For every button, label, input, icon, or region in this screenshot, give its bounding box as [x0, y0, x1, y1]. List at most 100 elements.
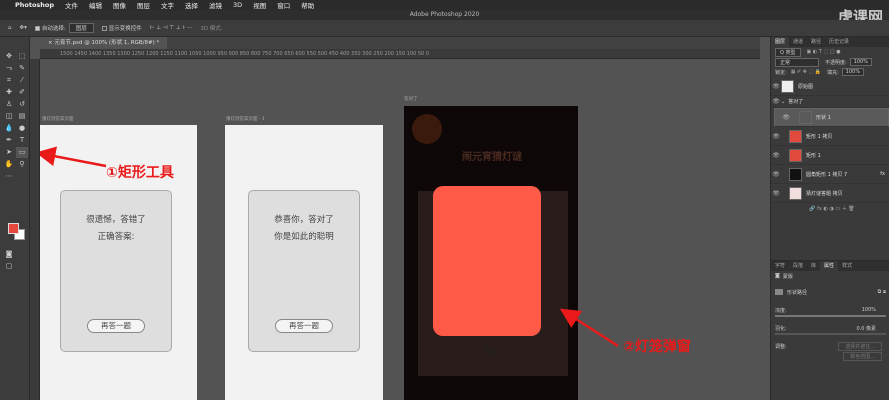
feather-slider[interactable]	[775, 333, 886, 335]
history-brush-icon[interactable]: ↺	[16, 99, 28, 110]
kind-filter-dropdown[interactable]: Q 类型	[775, 47, 801, 57]
eye-icon[interactable]: 👁	[781, 114, 791, 121]
layer-group-row[interactable]: 👁 ⌄ 答对了	[771, 96, 889, 108]
fx-badge[interactable]: fx	[880, 171, 885, 177]
edit-toolbar-icon[interactable]: ⋯	[3, 171, 15, 182]
quick-select-icon[interactable]: ✎	[16, 63, 28, 74]
eye-icon[interactable]: 👁	[771, 98, 781, 105]
blur-tool-icon[interactable]: 💧	[3, 123, 15, 134]
correct-answer-label: 正确答案:	[97, 232, 135, 242]
stamp-tool-icon[interactable]: ♙	[3, 99, 15, 110]
eye-icon[interactable]: 👁	[771, 171, 781, 178]
type-tool-icon[interactable]: T	[16, 135, 28, 146]
tab-properties[interactable]: 属性	[820, 261, 839, 271]
eye-icon[interactable]: 👁	[771, 83, 781, 90]
move-tool-preset-icon[interactable]: ✥▾	[20, 25, 27, 31]
crop-tool-icon[interactable]: ⌗	[3, 75, 15, 86]
eye-icon[interactable]: 👁	[771, 152, 781, 159]
document-tab[interactable]: × 元宵节.psd @ 100% (形状 1, RGB/8#) *	[40, 37, 168, 49]
path-label: 形状路径	[787, 289, 808, 296]
retry-button[interactable]: 再答一题	[87, 319, 145, 333]
density-value[interactable]: 100%	[862, 307, 876, 313]
tab-channels[interactable]: 通道	[789, 37, 807, 47]
zoom-tool-icon[interactable]: ⚲	[16, 159, 28, 170]
layers-panel-tabs: 图层 通道 路径 历史记录	[771, 37, 889, 47]
menu-layer[interactable]: 图层	[137, 0, 150, 10]
menu-help[interactable]: 帮助	[301, 0, 314, 10]
dodge-tool-icon[interactable]: ●	[16, 123, 28, 134]
layer-row[interactable]: 👁 矩形 1	[771, 146, 889, 165]
menu-select[interactable]: 选择	[185, 0, 198, 10]
mask-action-icons[interactable]: ⧉ ⧈	[878, 289, 886, 295]
brush-tool-icon[interactable]: ✐	[16, 87, 28, 98]
eyedropper-icon[interactable]: ⁄	[16, 75, 28, 86]
pen-tool-icon[interactable]: ✒	[3, 135, 15, 146]
select-and-mask-button[interactable]: 选择并遮住...	[838, 341, 882, 351]
move-tool-icon[interactable]: ✥	[3, 51, 15, 62]
layer-action-icons[interactable]: 🔗 fx ◐ ◑ ▭ ＋ 🗑	[809, 205, 854, 212]
canvas-area[interactable]: 猜灯谜答案页面 很遗憾，答错了 正确答案: 再答一题 猜灯谜答案页面 - 1 恭…	[40, 60, 765, 400]
window-title: Adobe Photoshop 2020	[0, 10, 889, 20]
retry-button[interactable]: 再答一题	[275, 319, 333, 333]
foreground-color-swatch[interactable]	[8, 223, 19, 234]
healing-brush-icon[interactable]: ✚	[3, 87, 15, 98]
menu-view[interactable]: 视图	[253, 0, 266, 10]
menu-app-photoshop[interactable]: Photoshop	[15, 1, 54, 9]
filter-icons[interactable]: ▣ ◐ T ⬚ ▢ ●	[807, 49, 841, 55]
screen-mode-icon[interactable]: ▢	[3, 261, 15, 272]
layer-row[interactable]: 👁 猜灯谜答题 拷贝	[771, 184, 889, 203]
hand-tool-icon[interactable]: ✋	[3, 159, 15, 170]
auto-select-checkbox[interactable]: 自动选择: 图层	[34, 23, 94, 33]
layer-row[interactable]: 👁 圆角矩形 1 拷贝 7 fx	[771, 165, 889, 184]
eraser-tool-icon[interactable]: ◫	[3, 111, 15, 122]
layer-name: 答对了	[788, 99, 804, 105]
feather-value[interactable]: 0.0 像素	[856, 325, 876, 332]
layer-row-selected[interactable]: 👁 形状 1	[774, 108, 889, 127]
auto-select-dropdown[interactable]: 图层	[68, 23, 94, 33]
density-slider[interactable]	[775, 315, 886, 317]
menu-3d[interactable]: 3D	[233, 1, 242, 9]
blend-mode-dropdown[interactable]: 正常	[775, 57, 819, 67]
menu-filter[interactable]: 滤镜	[209, 0, 222, 10]
artboard-2-label[interactable]: 猜灯谜答案页面 - 1	[226, 116, 265, 122]
confirm-text[interactable]: 确定	[404, 346, 578, 357]
eye-icon[interactable]: 👁	[771, 133, 781, 140]
show-transform-checkbox[interactable]: 显示变换控件	[101, 24, 142, 32]
tab-styles[interactable]: 样式	[838, 261, 856, 271]
vector-mask-icon	[775, 289, 783, 295]
opacity-label: 不透明度:	[825, 59, 847, 66]
home-icon[interactable]: ⌂	[8, 25, 12, 31]
eye-icon[interactable]: 👁	[771, 190, 781, 197]
quick-mask-icon[interactable]: ◙	[3, 249, 15, 260]
gradient-tool-icon[interactable]: ▤	[16, 111, 28, 122]
fill-field[interactable]: 100%	[841, 68, 865, 76]
menu-image[interactable]: 图像	[113, 0, 126, 10]
opacity-field[interactable]: 100%	[849, 58, 872, 66]
tab-libraries[interactable]: 库	[807, 261, 820, 271]
path-select-icon[interactable]: ➤	[3, 147, 15, 158]
lantern-popup-shape[interactable]	[433, 186, 541, 336]
tab-layers[interactable]: 图层	[771, 37, 790, 47]
tab-history[interactable]: 历史记录	[825, 37, 853, 47]
tab-character[interactable]: 字符	[771, 261, 789, 271]
layer-thumbnail	[789, 167, 802, 181]
artboard-3-label[interactable]: 答对了	[404, 96, 418, 102]
color-range-button[interactable]: 颜色范围...	[843, 351, 882, 361]
color-range-row: 颜色范围...	[771, 351, 889, 361]
chevron-down-icon[interactable]: ⌄	[781, 99, 785, 105]
menu-type[interactable]: 文字	[161, 0, 174, 10]
menu-file[interactable]: 文件	[65, 0, 78, 10]
menu-window[interactable]: 窗口	[277, 0, 290, 10]
layer-row[interactable]: 👁 矩形 1 拷贝	[771, 127, 889, 146]
artboard-1-label[interactable]: 猜灯谜答案页面	[42, 116, 74, 122]
rectangle-tool-icon[interactable]: ▭	[16, 147, 28, 158]
lock-icons[interactable]: ▦ ✐ ✥ ⬚ 🔒	[791, 69, 821, 75]
options-bar: ⌂ ✥▾ 自动选择: 图层 显示变换控件 ⊢ ⊥ ⊣ ⊤ ⊥ ⊦ ··· 3D …	[0, 20, 889, 37]
tab-paragraph[interactable]: 段落	[789, 261, 807, 271]
artboard-tool-icon[interactable]: ⬚	[16, 51, 28, 62]
tab-paths[interactable]: 路径	[807, 37, 825, 47]
align-icons[interactable]: ⊢ ⊥ ⊣ ⊤ ⊥ ⊦ ···	[150, 25, 193, 31]
layer-row[interactable]: 👁 原始图	[771, 77, 889, 96]
lasso-tool-icon[interactable]: ᓓ	[3, 63, 15, 74]
menu-edit[interactable]: 编辑	[89, 0, 102, 10]
